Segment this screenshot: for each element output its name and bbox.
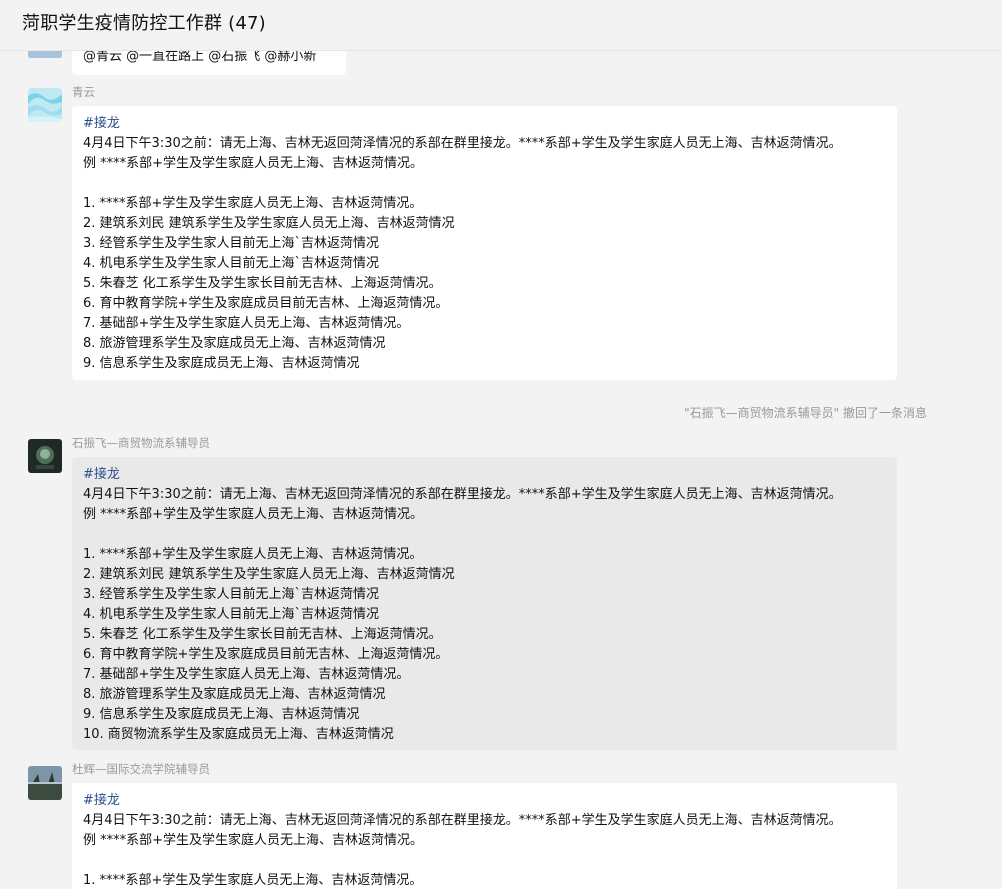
list-item: 4. 机电系学生及学生家人目前无上海`吉林返菏情况 [83,607,380,622]
list-item: 3. 经管系学生及学生家人目前无上海`吉林返菏情况 [83,587,380,602]
message-bubble[interactable]: #接龙 4月4日下午3:30之前：请无上海、吉林无返回菏泽情况的系部在群里接龙。… [72,457,897,750]
list-item: 9. 信息系学生及家庭成员无上海、吉林返菏情况 [83,707,360,722]
list-item: 1. ****系部+学生及学生家庭人员无上海、吉林返菏情况。 [83,196,423,211]
list-item: 5. 朱春芝 化工系学生及学生家长目前无吉林、上海返菏情况。 [83,276,442,291]
list-item: 7. 基础部+学生及学生家庭人员无上海、吉林返菏情况。 [83,667,410,682]
list-item: 2. 建筑系刘民 建筑系学生及学生家庭人员无上海、吉林返菏情况 [83,216,455,231]
message-text: 例 ****系部+学生及学生家庭人员无上海、吉林返菏情况。 [83,156,424,171]
message-text: 4月4日下午3:30之前：请无上海、吉林无返回菏泽情况的系部在群里接龙。****… [83,487,842,502]
list-item: 4. 机电系学生及学生家人目前无上海`吉林返菏情况 [83,256,380,271]
avatar[interactable] [28,88,62,122]
hashtag-link[interactable]: #接龙 [83,114,886,134]
list-item: 8. 旅游管理系学生及家庭成员无上海、吉林返菏情况 [83,687,386,702]
sender-name: 石振飞—商贸物流系辅导员 [72,436,210,450]
message-text: 例 ****系部+学生及学生家庭人员无上海、吉林返菏情况。 [83,833,424,848]
hashtag-link[interactable]: #接龙 [83,465,886,485]
message-text: 例 ****系部+学生及学生家庭人员无上海、吉林返菏情况。 [83,507,424,522]
chat-title[interactable]: 菏职学生疫情防控工作群 (47) [22,9,266,35]
hashtag-link[interactable]: #接龙 [83,791,886,811]
message-text: 4月4日下午3:30之前：请无上海、吉林无返回菏泽情况的系部在群里接龙。****… [83,136,842,151]
list-item: 9. 信息系学生及家庭成员无上海、吉林返菏情况 [83,356,360,371]
message-bubble[interactable]: #接龙 4月4日下午3:30之前：请无上海、吉林无返回菏泽情况的系部在群里接龙。… [72,783,897,889]
message-bubble[interactable]: #接龙 4月4日下午3:30之前：请无上海、吉林无返回菏泽情况的系部在群里接龙。… [72,106,897,380]
list-item: 8. 旅游管理系学生及家庭成员无上海、吉林返菏情况 [83,336,386,351]
list-item: 1. ****系部+学生及学生家庭人员无上海、吉林返菏情况。 [83,547,423,562]
list-item: 6. 育中教育学院+学生及家庭成员目前无吉林、上海返菏情况。 [83,647,449,662]
message-text: 4月4日下午3:30之前：请无上海、吉林无返回菏泽情况的系部在群里接龙。****… [83,813,842,828]
sender-name: 杜辉—国际交流学院辅导员 [72,762,210,776]
recall-notice: "石振飞—商贸物流系辅导员" 撤回了一条消息 [684,406,927,420]
avatar[interactable] [28,766,62,800]
list-item: 6. 育中教育学院+学生及家庭成员目前无吉林、上海返菏情况。 [83,296,449,311]
chat-area: @青云 @一直在路上 @石振飞 @赫小新 青云 #接龙 4月4日下午3:30之前… [0,0,1002,889]
title-bar: 菏职学生疫情防控工作群 (47) [0,0,1002,51]
sender-name: 青云 [72,85,95,99]
list-item: 5. 朱春芝 化工系学生及学生家长目前无吉林、上海返菏情况。 [83,627,442,642]
list-item: 1. ****系部+学生及学生家庭人员无上海、吉林返菏情况。 [83,873,423,888]
list-item: 10. 商贸物流系学生及家庭成员无上海、吉林返菏情况 [83,727,394,742]
list-item: 3. 经管系学生及学生家人目前无上海`吉林返菏情况 [83,236,380,251]
list-item: 7. 基础部+学生及学生家庭人员无上海、吉林返菏情况。 [83,316,410,331]
avatar[interactable] [28,439,62,473]
list-item: 2. 建筑系刘民 建筑系学生及学生家庭人员无上海、吉林返菏情况 [83,567,455,582]
